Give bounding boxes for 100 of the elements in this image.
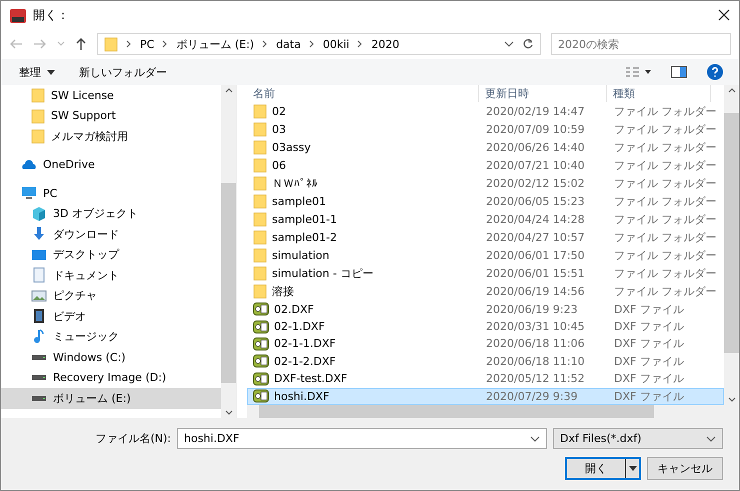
nav-item[interactable]: SW License [1,85,221,106]
chevron-right-icon [357,40,364,48]
file-type-dropdown[interactable]: Dxf Files(*.dxf) [553,428,723,449]
folder-icon [253,157,267,174]
chevron-up-icon [224,87,232,93]
new-folder-button[interactable]: 新しいフォルダー [77,62,169,82]
file-row[interactable]: 02-1-2.DXF 2020/06/18 11:10 DXF ファイル [247,352,724,370]
folder-icon [31,108,45,124]
file-name: DXF-test.DXF [274,372,348,386]
breadcrumb-item[interactable]: 00kii [322,38,350,50]
nav-item[interactable]: OneDrive [1,154,221,175]
file-name: 02-1.DXF [274,320,325,334]
file-row[interactable]: 02-1.DXF 2020/03/31 10:45 DXF ファイル [247,318,724,336]
modified-date: 2020/04/27 10:57 [485,230,586,244]
modified-date: 2020/07/21 10:40 [485,158,586,172]
chevron-right-icon [126,40,132,48]
column-header[interactable]: 更新日時 [479,85,607,102]
file-row[interactable]: 溶接 2020/06/19 14:56 ファイル フォルダー [247,282,724,300]
breadcrumb-item[interactable]: PC [140,38,154,50]
breadcrumb-item[interactable]: 2020 [371,38,400,50]
file-name: ＮＷﾊﾟﾈﾙ [272,176,318,191]
nav-item[interactable]: Windows (C:) [1,347,221,368]
modified-date: 2020/02/19 14:47 [485,104,586,118]
file-type: DXF ファイル [613,302,685,317]
file-row[interactable]: sample01-1 2020/04/24 14:28 ファイル フォルダー [247,210,724,228]
up-arrow-icon [75,37,87,51]
caret-icon [47,70,55,74]
nav-item[interactable]: ミュージック [1,326,221,347]
file-row[interactable]: hoshi.DXF 2020/07/29 9:39 DXF ファイル [247,388,724,405]
chevron-right-icon [162,40,168,48]
scrollbar[interactable] [221,85,236,418]
file-name: 02 [272,104,286,118]
modified-date: 2020/03/31 10:45 [485,320,586,334]
file-row[interactable]: sample01 2020/06/05 15:23 ファイル フォルダー [247,192,724,210]
chevron-down-icon [530,436,540,442]
address-bar[interactable]: PC ボリューム (E:) data 00kii 2020 [97,33,541,55]
file-name: 溶接 [272,284,294,299]
nav-item[interactable]: ドキュメント [1,265,221,286]
file-name: 03assy [272,140,311,154]
preview-pane-icon [671,66,687,78]
file-name: sample01-1 [272,212,337,226]
scrollbar[interactable] [724,85,739,405]
nav-item[interactable]: ダウンロード [1,224,221,244]
chevron-down-icon [504,41,514,47]
file-type: DXF ファイル [613,388,685,404]
close-icon [717,8,731,22]
file-type: DXF ファイル [613,319,685,334]
drive-icon [31,375,47,380]
drive-icon [31,396,47,401]
modified-date: 2020/06/01 15:51 [485,266,586,280]
dxf-file-icon [253,372,269,386]
file-row[interactable]: DXF-test.DXF 2020/05/12 11:52 DXF ファイル [247,370,724,388]
column-header[interactable]: 種類 [607,85,711,102]
file-name: 03 [272,122,286,136]
file-type: DXF ファイル [613,354,685,369]
chevron-down-icon [57,41,65,47]
open-button[interactable]: 開く [565,457,641,480]
chevron-right-icon [262,40,268,48]
modified-date: 2020/05/12 11:52 [485,372,586,386]
modified-date: 2020/06/05 15:23 [485,194,586,208]
file-name: simulation [272,248,330,262]
organize-button[interactable]: 整理 [17,62,57,82]
film-icon [31,308,47,324]
file-row[interactable]: 02.DXF 2020/06/19 9:23 DXF ファイル [247,300,724,318]
file-row[interactable]: 02 2020/02/19 14:47 ファイル フォルダー [247,102,724,120]
breadcrumb-item[interactable]: data [276,38,301,50]
folder-icon [253,211,267,228]
nav-item[interactable]: ビデオ [1,306,221,326]
folder-icon [253,121,267,138]
nav-item[interactable]: メルマガ検討用 [1,126,221,146]
filename-field[interactable]: hoshi.DXF [177,428,547,449]
file-row[interactable]: 06 2020/07/21 10:40 ファイル フォルダー [247,156,724,174]
file-row[interactable]: sample01-2 2020/04/27 10:57 ファイル フォルダー [247,228,724,246]
cancel-button[interactable]: キャンセル [647,457,723,480]
modified-date: 2020/06/18 11:06 [485,337,586,350]
nav-item[interactable]: ピクチャ [1,286,221,306]
file-row[interactable]: 03assy 2020/06/26 14:40 ファイル フォルダー [247,138,724,156]
file-row[interactable]: 02-1-1.DXF 2020/06/18 11:06 DXF ファイル [247,335,724,353]
file-type: DXF ファイル [613,371,685,386]
file-row[interactable]: simulation - コピー 2020/06/01 15:51 ファイル フォルダー [247,264,724,282]
search-field[interactable]: 2020の検索 [551,33,731,55]
document-icon [31,267,47,284]
modified-date: 2020/06/19 9:23 [485,302,579,316]
breadcrumb-item[interactable]: ボリューム (E:) [176,36,254,52]
picture-icon [31,288,47,304]
nav-item[interactable]: デスクトップ [1,244,221,265]
folder-icon [104,36,118,52]
file-name: sample01-2 [272,230,337,244]
folder-icon [253,283,267,300]
nav-item[interactable]: ボリューム (E:) [1,388,221,408]
column-header[interactable]: 名前 [247,85,479,102]
nav-item[interactable]: 3D オブジェクト [1,204,221,224]
file-row[interactable]: 03 2020/07/09 10:59 ファイル フォルダー [247,120,724,138]
file-row[interactable]: ＮＷﾊﾟﾈﾙ 2020/02/12 15:02 ファイル フォルダー [247,174,724,192]
filename-label: ファイル名(N): [95,431,171,446]
horizontal-scrollbar[interactable] [247,405,739,418]
file-row[interactable]: simulation 2020/06/01 17:50 ファイル フォルダー [247,246,724,264]
nav-item[interactable]: SW Support [1,106,221,126]
nav-item[interactable]: PC [1,183,221,204]
nav-item[interactable]: Recovery Image (D:) [1,368,221,388]
